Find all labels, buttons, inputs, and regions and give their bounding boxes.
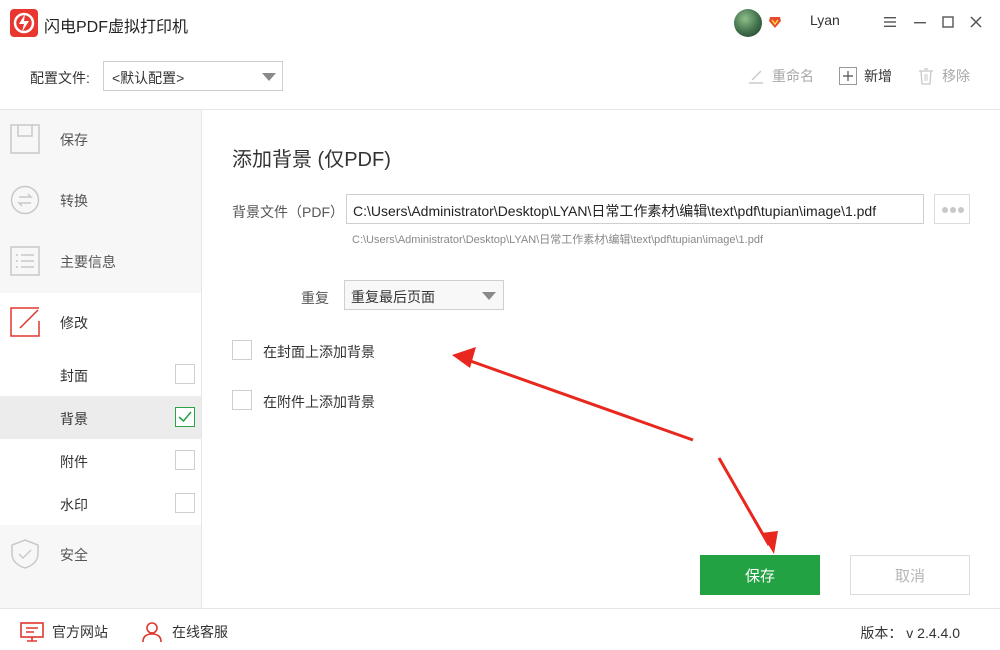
monitor-icon <box>20 622 44 642</box>
page-title: 添加背景 (仅PDF) <box>232 149 391 171</box>
sidebar-item-label: 安全 <box>60 547 88 563</box>
info-list-icon <box>10 246 40 276</box>
sidebar-item-save[interactable]: 保存 <box>0 110 201 171</box>
cancel-button[interactable]: 取消 <box>850 555 970 595</box>
edit-icon <box>749 70 763 84</box>
subitem-label: 背景 <box>60 411 88 427</box>
add-on-attachment-checkbox[interactable] <box>232 390 252 410</box>
config-select-value: <默认配置> <box>112 70 185 86</box>
bg-file-input[interactable]: C:\Users\Administrator\Desktop\LYAN\日常工作… <box>346 194 924 224</box>
sidebar-item-label: 保存 <box>60 132 88 148</box>
attachment-checkbox[interactable] <box>175 450 195 470</box>
browse-button[interactable] <box>934 194 970 224</box>
main-panel: 添加背景 (仅PDF) 背景文件（PDF） C:\Users\Administr… <box>202 110 1000 608</box>
sidebar-subitem-attachment[interactable]: 附件 <box>0 439 201 482</box>
add-on-cover-label: 在封面上添加背景 <box>263 344 375 360</box>
subitem-label: 水印 <box>60 497 88 513</box>
minimize-icon[interactable] <box>910 12 930 32</box>
config-label: 配置文件: <box>30 70 90 86</box>
sidebar-item-edit[interactable]: 修改 <box>0 293 201 354</box>
sidebar-item-info[interactable]: 主要信息 <box>0 232 201 293</box>
user-service-icon <box>142 622 162 643</box>
sidebar-item-label: 修改 <box>60 315 88 331</box>
sidebar-item-label: 主要信息 <box>60 254 116 270</box>
rename-label: 重命名 <box>772 68 814 84</box>
online-service-link[interactable]: 在线客服 <box>140 621 228 643</box>
sidebar-item-convert[interactable]: 转换 <box>0 171 201 232</box>
save-button[interactable]: 保存 <box>700 555 820 595</box>
sidebar-subitem-watermark[interactable]: 水印 <box>0 482 201 525</box>
shield-icon <box>11 539 39 569</box>
plus-icon <box>839 67 857 85</box>
dot <box>950 207 956 213</box>
checkmark-icon <box>178 411 192 423</box>
remove-label: 移除 <box>942 68 970 84</box>
repeat-select[interactable]: 重复最后页面 <box>344 280 504 310</box>
add-on-attachment-label: 在附件上添加背景 <box>263 394 375 410</box>
dot <box>942 207 948 213</box>
repeat-label: 重复 <box>301 290 329 306</box>
title-bar: 闪电PDF虚拟打印机 Lyan <box>0 0 1000 46</box>
trash-icon <box>919 68 933 85</box>
config-bar: 配置文件: <默认配置> 重命名 新增 移除 <box>0 46 1000 110</box>
remove-button[interactable]: 移除 <box>916 64 970 88</box>
repeat-select-value: 重复最后页面 <box>351 289 435 305</box>
menu-icon[interactable] <box>880 12 900 32</box>
version-label: 版本： v 2.4.4.0 <box>860 625 960 641</box>
maximize-icon[interactable] <box>938 12 958 32</box>
dot <box>958 207 964 213</box>
add-label: 新增 <box>864 68 892 84</box>
convert-icon <box>10 185 40 215</box>
subitem-label: 封面 <box>60 368 88 384</box>
edit-icon <box>10 307 40 337</box>
avatar[interactable] <box>734 9 762 37</box>
close-icon[interactable] <box>966 12 986 32</box>
user-name[interactable]: Lyan <box>810 12 840 28</box>
official-website-link[interactable]: 官方网站 <box>20 621 108 643</box>
app-title: 闪电PDF虚拟打印机 <box>44 19 189 36</box>
background-checkbox[interactable] <box>175 407 195 427</box>
footer: 官方网站 在线客服 版本： v 2.4.4.0 <box>0 608 1000 650</box>
save-icon <box>10 124 40 154</box>
add-button[interactable]: 新增 <box>838 64 892 88</box>
bg-file-hint: C:\Users\Administrator\Desktop\LYAN\日常工作… <box>352 234 764 246</box>
sidebar: 保存 转换 主要信息 修改 封面 背景 附件 水印 安全 <box>0 110 202 608</box>
chevron-down-icon <box>482 292 496 300</box>
bg-file-label: 背景文件（PDF） <box>232 204 344 220</box>
app-logo-icon <box>10 9 38 37</box>
config-select[interactable]: <默认配置> <box>103 61 283 91</box>
service-label: 在线客服 <box>172 624 228 640</box>
rename-button[interactable]: 重命名 <box>746 64 814 88</box>
vip-badge-icon <box>769 17 781 28</box>
sidebar-subitem-background[interactable]: 背景 <box>0 396 201 439</box>
chevron-down-icon <box>262 73 276 81</box>
add-on-cover-checkbox[interactable] <box>232 340 252 360</box>
watermark-checkbox[interactable] <box>175 493 195 513</box>
cover-checkbox[interactable] <box>175 364 195 384</box>
sidebar-item-label: 转换 <box>60 193 88 209</box>
subitem-label: 附件 <box>60 454 88 470</box>
sidebar-item-security[interactable]: 安全 <box>0 525 201 586</box>
sidebar-subitem-cover[interactable]: 封面 <box>0 353 201 396</box>
website-label: 官方网站 <box>52 624 108 640</box>
